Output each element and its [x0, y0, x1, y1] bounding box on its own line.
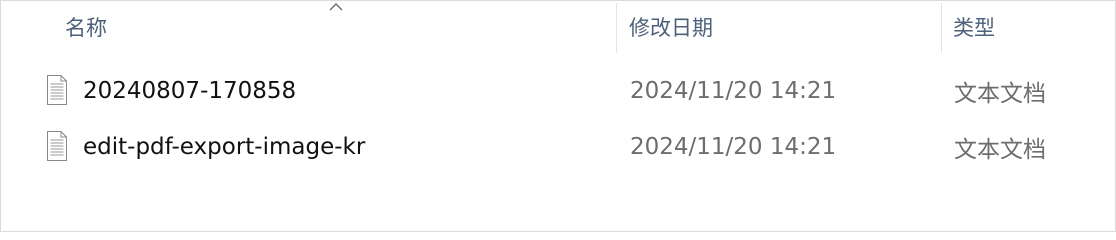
column-divider[interactable]	[941, 3, 942, 53]
file-row[interactable]: edit-pdf-export-image-kr 2024/11/20 14:2…	[1, 121, 1115, 173]
file-name: 20240807-170858	[83, 78, 297, 104]
text-file-icon	[47, 131, 67, 161]
file-modified-date: 2024/11/20 14:21	[630, 78, 837, 104]
column-header-type[interactable]: 类型	[953, 1, 1113, 53]
column-header-name-label: 名称	[65, 16, 107, 40]
text-file-icon	[47, 75, 67, 105]
file-type: 文本文档	[954, 81, 1046, 107]
file-row[interactable]: 20240807-170858 2024/11/20 14:21 文本文档	[1, 65, 1115, 117]
column-divider[interactable]	[616, 3, 617, 53]
column-header-modified[interactable]: 修改日期	[629, 1, 939, 53]
column-header-modified-label: 修改日期	[629, 16, 713, 40]
file-modified-date: 2024/11/20 14:21	[630, 134, 837, 160]
column-header-type-label: 类型	[953, 16, 995, 40]
column-header-name[interactable]: 名称	[65, 1, 615, 53]
file-name: edit-pdf-export-image-kr	[83, 134, 366, 160]
file-list-view: 名称 修改日期 类型 20240807-170858 2024/11/20 14…	[0, 0, 1116, 232]
file-type: 文本文档	[954, 137, 1046, 163]
column-header-bar: 名称 修改日期 类型	[1, 1, 1115, 53]
